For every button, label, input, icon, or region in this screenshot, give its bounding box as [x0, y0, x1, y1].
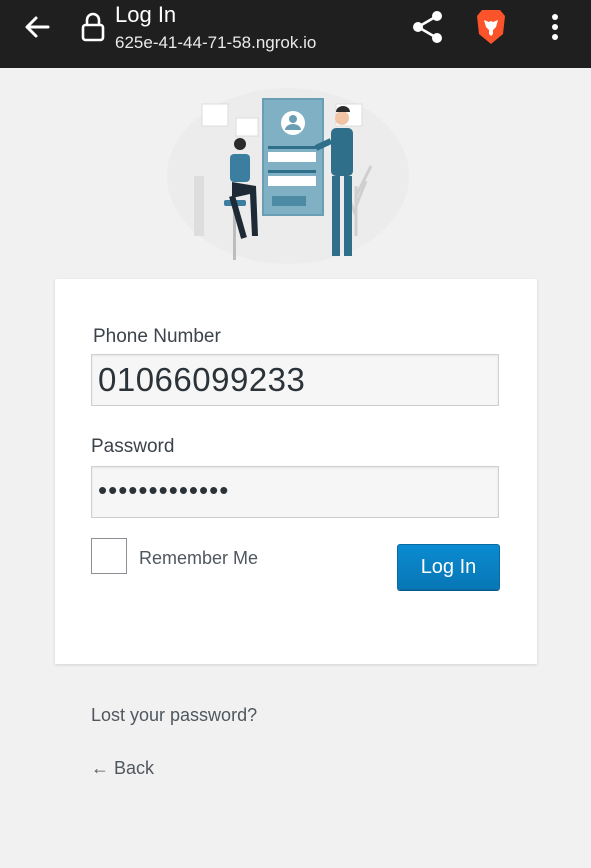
back-arrow-icon[interactable]	[22, 12, 52, 42]
remember-me-label[interactable]: Remember Me	[139, 548, 258, 569]
password-input[interactable]: •••••••••••••	[91, 466, 499, 518]
phone-number-input[interactable]: 01066099233	[91, 354, 499, 406]
url-text[interactable]: 625e-41-44-71-58.ngrok.io	[115, 32, 316, 54]
phone-number-value: 01066099233	[98, 361, 306, 398]
back-to-site-link[interactable]: ← Back	[91, 758, 154, 779]
page-title: Log In	[115, 2, 177, 27]
login-illustration	[167, 88, 409, 264]
brave-lion-icon[interactable]	[474, 7, 508, 47]
remember-me-checkbox[interactable]	[91, 538, 127, 574]
share-icon[interactable]	[411, 10, 445, 44]
lost-password-link[interactable]: Lost your password?	[91, 705, 257, 726]
lock-icon[interactable]	[80, 12, 106, 42]
password-value: •••••••••••••	[98, 475, 230, 505]
browser-toolbar: Log In 625e-41-44-71-58.ngrok.io	[0, 0, 591, 68]
phone-number-label: Phone Number	[93, 326, 221, 347]
password-label: Password	[91, 436, 175, 457]
more-options-icon[interactable]	[548, 12, 562, 42]
login-button[interactable]: Log In	[397, 544, 500, 590]
login-form-card: Phone Number 01066099233 Password ••••••…	[55, 279, 537, 664]
